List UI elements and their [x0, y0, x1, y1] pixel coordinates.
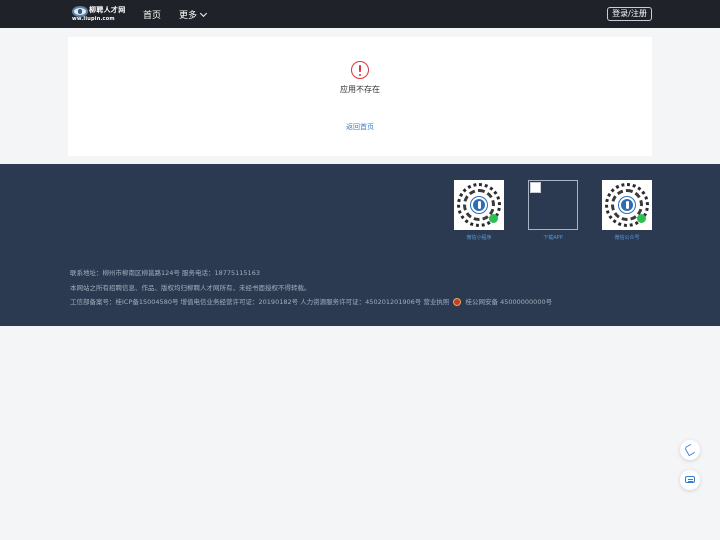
top-navbar: 柳聘人才网 ww.liupin.com 首页 更多 登录/注册: [0, 0, 720, 28]
qr-label-official[interactable]: 微信公众号: [592, 234, 662, 241]
phone-contact-button[interactable]: [680, 440, 700, 460]
app-qr-image-placeholder: [528, 180, 578, 230]
police-badge-icon: [453, 298, 462, 306]
nav-home-link[interactable]: 首页: [143, 8, 161, 21]
qr-label-miniprogram[interactable]: 微信小程序: [444, 234, 514, 241]
official-account-qr-image: [602, 180, 652, 230]
exclamation-circle-icon: [351, 61, 369, 79]
nav-more-dropdown[interactable]: 更多: [179, 8, 208, 21]
footer-police-record[interactable]: 桂公网安备 45000000000号: [466, 298, 553, 306]
qr-app-download: 下载APP: [528, 180, 578, 241]
error-message: 应用不存在: [340, 85, 380, 94]
footer-license-text[interactable]: 工信部备案号：桂ICP备15004580号 增值电信业务经营许可证：201901…: [70, 298, 449, 306]
footer-license: 工信部备案号：桂ICP备15004580号 增值电信业务经营许可证：201901…: [70, 296, 552, 306]
footer-address: 联系地址：柳州市柳南区柳邕路124号 服务电话：18775115163: [70, 269, 260, 277]
footer-copyright: 本网站之所有招聘信息、作品、版权均归柳聘人才网所有，未经书面授权不得转载。: [70, 284, 311, 292]
logo-text-en: ww.liupin.com: [72, 16, 115, 22]
chevron-down-icon: [199, 9, 208, 17]
error-card: 应用不存在 返回首页: [68, 37, 652, 156]
qr-label-app[interactable]: 下载APP: [518, 234, 588, 241]
qr-miniprogram: 微信小程序: [454, 180, 504, 241]
phone-icon: [684, 443, 696, 457]
chat-contact-button[interactable]: [680, 470, 700, 490]
site-footer: 微信小程序 下载APP 微信公众号 联系地址：柳州市柳南区柳邕路124号 服务电…: [0, 164, 720, 326]
back-home-link[interactable]: 返回首页: [68, 122, 652, 132]
logo-text-cn: 柳聘人才网: [89, 6, 126, 14]
nav-more-label: 更多: [179, 11, 198, 21]
miniprogram-qr-image: [454, 180, 504, 230]
qr-official-account: 微信公众号: [602, 180, 652, 241]
site-logo[interactable]: 柳聘人才网 ww.liupin.com: [72, 5, 130, 23]
login-register-button[interactable]: 登录/注册: [607, 7, 652, 21]
chat-icon: [685, 476, 695, 483]
